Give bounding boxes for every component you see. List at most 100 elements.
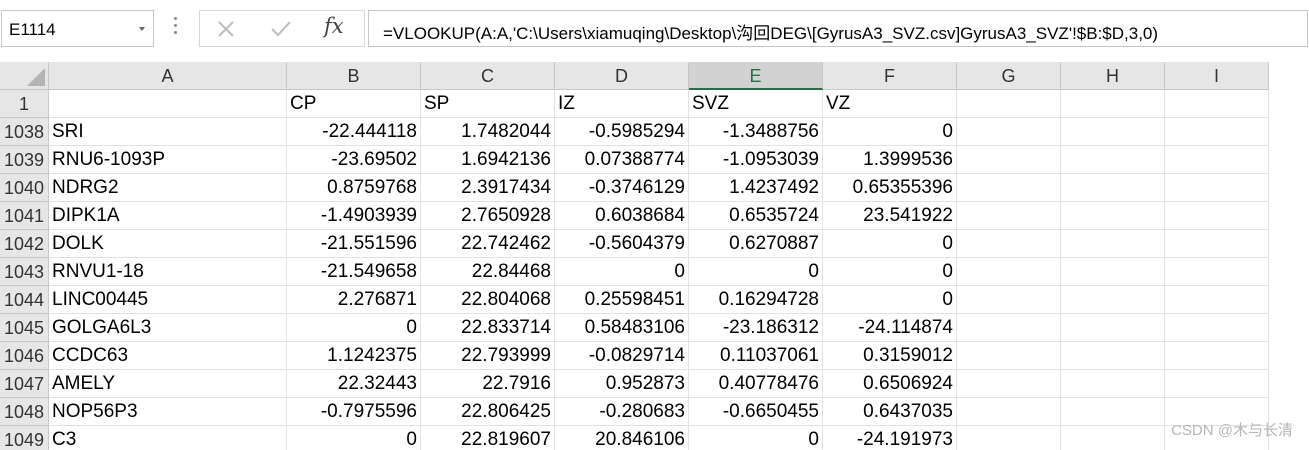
column-header-d[interactable]: D xyxy=(555,62,689,90)
row-header-1044[interactable]: 1044 xyxy=(0,286,49,314)
cell-i1047[interactable] xyxy=(1165,370,1269,398)
cell-i1041[interactable] xyxy=(1165,202,1269,230)
cell-b1040[interactable]: 0.8759768 xyxy=(287,174,421,202)
cell-f1[interactable]: VZ xyxy=(823,90,957,118)
cell-h1048[interactable] xyxy=(1061,398,1165,426)
cell-d1038[interactable]: -0.5985294 xyxy=(555,118,689,146)
formula-bar-resize-handle-icon[interactable] xyxy=(174,17,178,39)
cell-e1047[interactable]: 0.40778476 xyxy=(689,370,823,398)
cell-f1045[interactable]: -24.114874 xyxy=(823,314,957,342)
column-header-f[interactable]: F xyxy=(823,62,957,90)
row-header-1046[interactable]: 1046 xyxy=(0,342,49,370)
cell-c1043[interactable]: 22.84468 xyxy=(421,258,555,286)
cell-g1047[interactable] xyxy=(957,370,1061,398)
cell-e1046[interactable]: 0.11037061 xyxy=(689,342,823,370)
column-header-b[interactable]: B xyxy=(287,62,421,90)
cell-f1041[interactable]: 23.541922 xyxy=(823,202,957,230)
cell-g1048[interactable] xyxy=(957,398,1061,426)
cell-c1045[interactable]: 22.833714 xyxy=(421,314,555,342)
cell-b1039[interactable]: -23.69502 xyxy=(287,146,421,174)
cell-f1040[interactable]: 0.65355396 xyxy=(823,174,957,202)
cell-a1040[interactable]: NDRG2 xyxy=(49,174,287,202)
cell-d1043[interactable]: 0 xyxy=(555,258,689,286)
cell-f1049[interactable]: -24.191973 xyxy=(823,426,957,450)
cell-g1[interactable] xyxy=(957,90,1061,118)
cell-h1040[interactable] xyxy=(1061,174,1165,202)
cell-e1048[interactable]: -0.6650455 xyxy=(689,398,823,426)
cell-d1044[interactable]: 0.25598451 xyxy=(555,286,689,314)
row-header-1039[interactable]: 1039 xyxy=(0,146,49,174)
row-header-1048[interactable]: 1048 xyxy=(0,398,49,426)
cell-i1044[interactable] xyxy=(1165,286,1269,314)
cell-c1047[interactable]: 22.7916 xyxy=(421,370,555,398)
name-box-dropdown-icon[interactable] xyxy=(139,27,145,31)
cell-d1[interactable]: IZ xyxy=(555,90,689,118)
formula-input[interactable]: =VLOOKUP(A:A,'C:\Users\xiamuqing\Desktop… xyxy=(368,10,1308,47)
row-header-1041[interactable]: 1041 xyxy=(0,202,49,230)
cell-a1047[interactable]: AMELY xyxy=(49,370,287,398)
cell-i1046[interactable] xyxy=(1165,342,1269,370)
cell-a1038[interactable]: SRI xyxy=(49,118,287,146)
cell-h1[interactable] xyxy=(1061,90,1165,118)
cell-h1046[interactable] xyxy=(1061,342,1165,370)
cell-g1042[interactable] xyxy=(957,230,1061,258)
cell-h1038[interactable] xyxy=(1061,118,1165,146)
cell-i1043[interactable] xyxy=(1165,258,1269,286)
cell-e1045[interactable]: -23.186312 xyxy=(689,314,823,342)
cell-c1040[interactable]: 2.3917434 xyxy=(421,174,555,202)
cell-b1044[interactable]: 2.276871 xyxy=(287,286,421,314)
cell-f1044[interactable]: 0 xyxy=(823,286,957,314)
cell-d1047[interactable]: 0.952873 xyxy=(555,370,689,398)
cell-h1049[interactable] xyxy=(1061,426,1165,450)
cell-a1044[interactable]: LINC00445 xyxy=(49,286,287,314)
column-header-c[interactable]: C xyxy=(421,62,555,90)
cell-d1042[interactable]: -0.5604379 xyxy=(555,230,689,258)
column-header-e[interactable]: E xyxy=(689,62,823,90)
cell-d1039[interactable]: 0.07388774 xyxy=(555,146,689,174)
column-header-g[interactable]: G xyxy=(957,62,1061,90)
cell-c1048[interactable]: 22.806425 xyxy=(421,398,555,426)
cell-h1043[interactable] xyxy=(1061,258,1165,286)
cell-f1042[interactable]: 0 xyxy=(823,230,957,258)
row-header-1049[interactable]: 1049 xyxy=(0,426,49,450)
cell-g1041[interactable] xyxy=(957,202,1061,230)
cell-f1047[interactable]: 0.6506924 xyxy=(823,370,957,398)
cell-a1042[interactable]: DOLK xyxy=(49,230,287,258)
cell-d1048[interactable]: -0.280683 xyxy=(555,398,689,426)
cell-d1049[interactable]: 20.846106 xyxy=(555,426,689,450)
row-header-1043[interactable]: 1043 xyxy=(0,258,49,286)
row-header-1047[interactable]: 1047 xyxy=(0,370,49,398)
cell-e1040[interactable]: 1.4237492 xyxy=(689,174,823,202)
row-header-1045[interactable]: 1045 xyxy=(0,314,49,342)
cell-a1049[interactable]: C3 xyxy=(49,426,287,450)
cell-i1039[interactable] xyxy=(1165,146,1269,174)
cell-c1041[interactable]: 2.7650928 xyxy=(421,202,555,230)
cell-a1046[interactable]: CCDC63 xyxy=(49,342,287,370)
cell-g1046[interactable] xyxy=(957,342,1061,370)
cell-f1046[interactable]: 0.3159012 xyxy=(823,342,957,370)
cell-a1048[interactable]: NOP56P3 xyxy=(49,398,287,426)
cell-e1044[interactable]: 0.16294728 xyxy=(689,286,823,314)
column-header-h[interactable]: H xyxy=(1061,62,1165,90)
cell-a1043[interactable]: RNVU1-18 xyxy=(49,258,287,286)
cell-b1043[interactable]: -21.549658 xyxy=(287,258,421,286)
cell-b1046[interactable]: 1.1242375 xyxy=(287,342,421,370)
cell-e1039[interactable]: -1.0953039 xyxy=(689,146,823,174)
cell-i1045[interactable] xyxy=(1165,314,1269,342)
cell-c1038[interactable]: 1.7482044 xyxy=(421,118,555,146)
cell-i1[interactable] xyxy=(1165,90,1269,118)
column-header-i[interactable]: I xyxy=(1165,62,1269,90)
cell-d1046[interactable]: -0.0829714 xyxy=(555,342,689,370)
cell-a1045[interactable]: GOLGA6L3 xyxy=(49,314,287,342)
cell-f1038[interactable]: 0 xyxy=(823,118,957,146)
cell-e1038[interactable]: -1.3488756 xyxy=(689,118,823,146)
cell-g1043[interactable] xyxy=(957,258,1061,286)
cell-g1044[interactable] xyxy=(957,286,1061,314)
cell-g1040[interactable] xyxy=(957,174,1061,202)
cell-d1041[interactable]: 0.6038684 xyxy=(555,202,689,230)
cell-h1039[interactable] xyxy=(1061,146,1165,174)
cancel-icon[interactable] xyxy=(216,19,236,39)
cell-b1[interactable]: CP xyxy=(287,90,421,118)
cell-c1039[interactable]: 1.6942136 xyxy=(421,146,555,174)
column-header-a[interactable]: A xyxy=(49,62,287,90)
